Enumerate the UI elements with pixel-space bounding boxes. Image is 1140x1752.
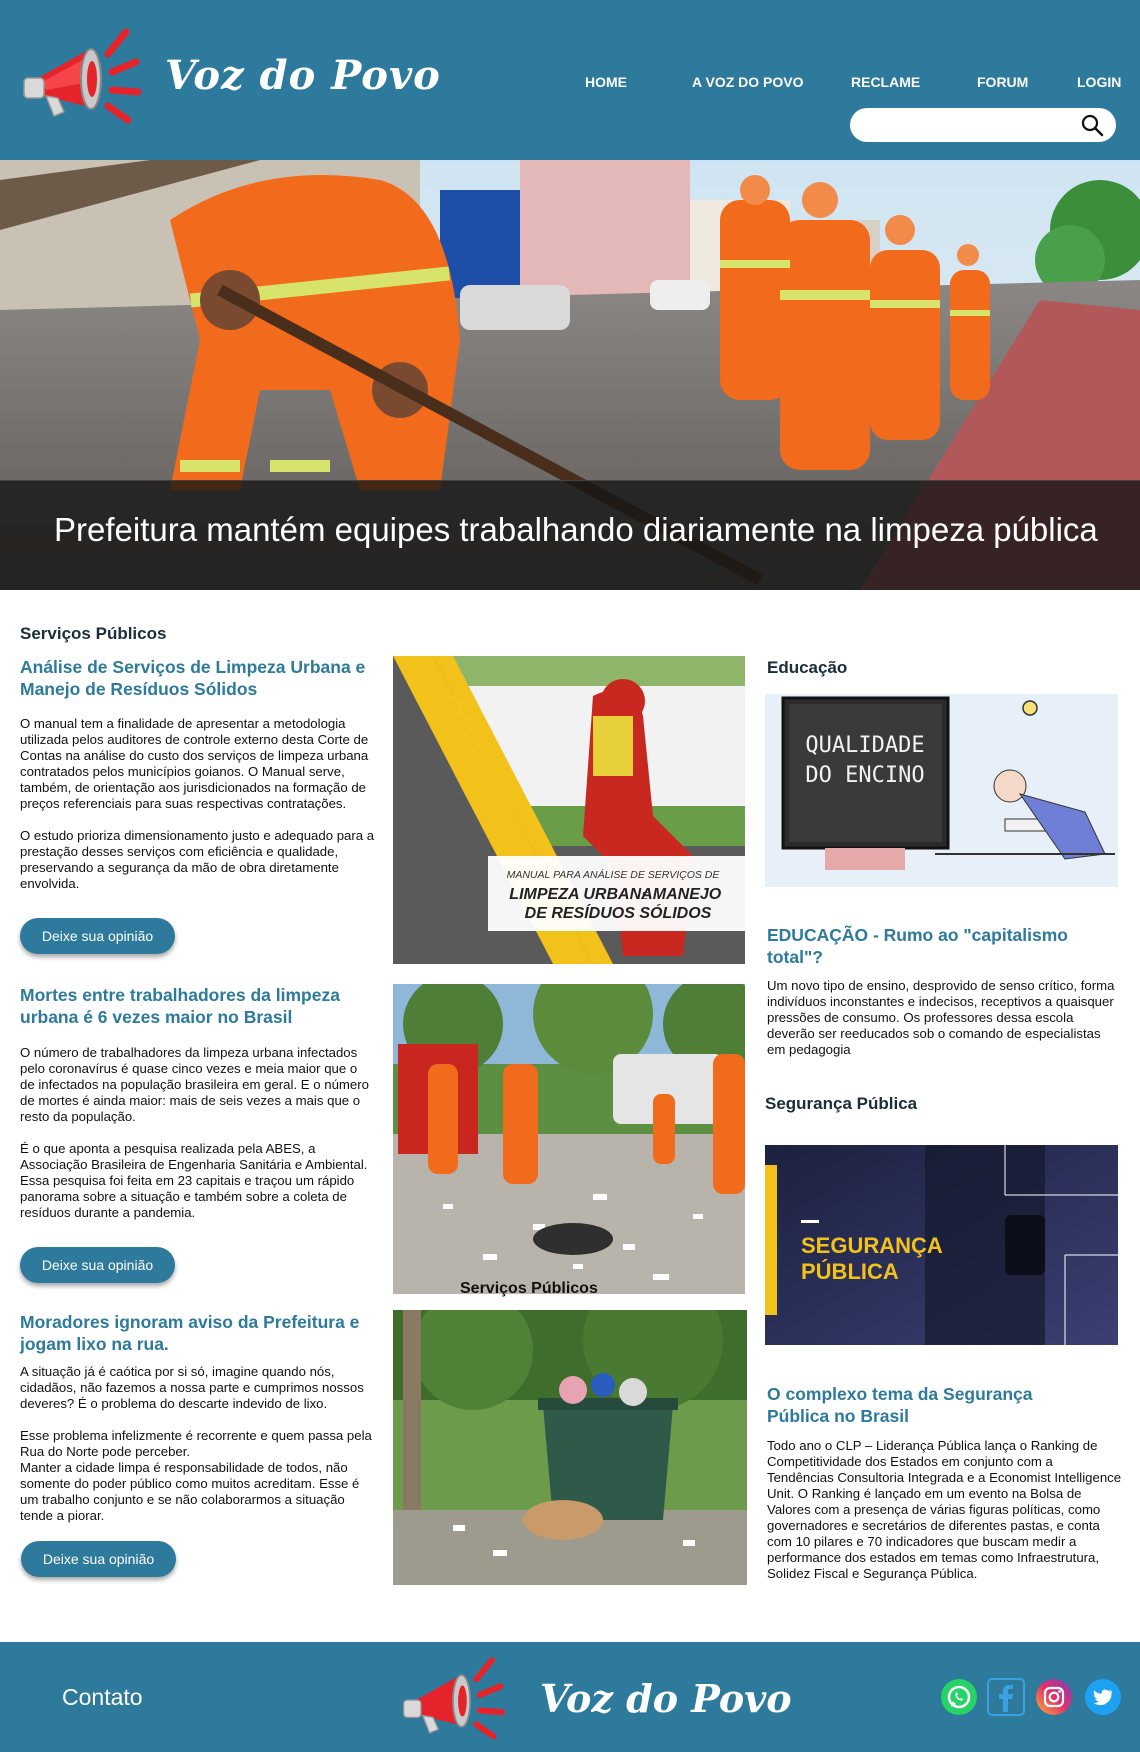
site-header: Voz do Povo HOME A VOZ DO POVO RECLAME F… <box>0 0 1140 160</box>
search-input[interactable] <box>866 115 1066 135</box>
footer-contact-link[interactable]: Contato <box>62 1684 143 1711</box>
nav-a-voz-do-povo[interactable]: A VOZ DO POVO <box>692 74 804 90</box>
footer-brand-name[interactable]: Voz do Povo <box>540 1676 792 1721</box>
twitter-icon[interactable] <box>1084 1678 1122 1716</box>
manual-cover-line-3: E <box>642 891 649 902</box>
manual-cover-illustration: MANUAL PARA ANÁLISE DE SERVIÇOS DE LIMPE… <box>393 656 745 964</box>
article-title-analise-limpeza[interactable]: Análise de Serviços de Limpeza Urbana e … <box>20 656 370 700</box>
education-cartoon-image[interactable]: QUALIDADE DO ENCINO <box>765 694 1118 887</box>
article-title-seguranca[interactable]: O complexo tema da Segurança Pública no … <box>767 1383 1097 1427</box>
security-banner-line-2: PÚBLICA <box>801 1259 899 1284</box>
nav-forum[interactable]: FORUM <box>977 74 1028 90</box>
footer-megaphone-logo-icon[interactable] <box>395 1650 510 1745</box>
section-title-educacao: Educação <box>767 658 848 677</box>
facebook-icon[interactable] <box>987 1678 1025 1716</box>
article-body-analise-limpeza: O manual tem a finalidade de apresentar … <box>20 716 375 908</box>
manual-cover-line-4: MANEJO <box>653 886 722 903</box>
article-paragraph: O número de trabalhadores da limpeza urb… <box>20 1045 369 1124</box>
article-paragraph: O manual tem a finalidade de apresentar … <box>20 716 369 811</box>
article-paragraph: É o que aponta a pesquisa realizada pela… <box>20 1141 368 1220</box>
search-box <box>850 108 1116 142</box>
article-body-educacao: Um novo tipo de ensino, desprovido de se… <box>767 978 1115 1057</box>
nav-home[interactable]: HOME <box>585 74 627 90</box>
hero-banner[interactable]: Prefeitura mantém equipes trabalhando di… <box>0 160 1140 590</box>
instagram-icon[interactable] <box>1035 1678 1073 1716</box>
board-text-line-2: DO ENCINO <box>805 763 924 788</box>
article-paragraph: O estudo prioriza dimensionamento justo … <box>20 828 375 891</box>
whatsapp-icon[interactable] <box>940 1678 978 1716</box>
nav-reclame[interactable]: RECLAME <box>851 74 920 90</box>
opinion-button-1[interactable]: Deixe sua opinião <box>20 918 175 954</box>
site-footer: Contato Voz do Povo <box>0 1642 1140 1752</box>
trash-dumpster-illustration <box>393 1310 747 1585</box>
article-body-mortes-trabalhadores: O número de trabalhadores da limpeza urb… <box>20 1045 375 1237</box>
article-paragraph: Esse problema infelizmente é recorrente … <box>20 1428 372 1523</box>
hero-caption[interactable]: Prefeitura mantém equipes trabalhando di… <box>0 480 1140 590</box>
trash-dumpster-photo[interactable] <box>393 1310 747 1585</box>
nav-login[interactable]: LOGIN <box>1077 74 1121 90</box>
manual-cover-image[interactable]: MANUAL PARA ANÁLISE DE SERVIÇOS DE LIMPE… <box>393 656 745 964</box>
security-banner-image[interactable]: SEGURANÇA PÚBLICA <box>765 1145 1118 1345</box>
opinion-button-2[interactable]: Deixe sua opinião <box>20 1247 175 1283</box>
section-title-servicos-publicos: Serviços Públicos <box>20 624 167 643</box>
manual-cover-line-1: MANUAL PARA ANÁLISE DE SERVIÇOS DE <box>507 868 721 881</box>
security-banner-illustration: SEGURANÇA PÚBLICA <box>765 1145 1118 1345</box>
manual-cover-line-5: DE RESÍDUOS SÓLIDOS <box>525 903 712 922</box>
security-banner-line-1: SEGURANÇA <box>801 1233 943 1258</box>
board-text-line-1: QUALIDADE <box>805 733 924 758</box>
article-body-seguranca: Todo ano o CLP – Liderança Pública lança… <box>767 1438 1122 1581</box>
education-cartoon-illustration: QUALIDADE DO ENCINO <box>765 694 1118 887</box>
search-icon[interactable] <box>1080 113 1104 137</box>
article-title-educacao[interactable]: EDUCAÇÃO - Rumo ao "capitalismo total"? <box>767 924 1097 968</box>
hero-caption-text[interactable]: Prefeitura mantém equipes trabalhando di… <box>54 511 1098 549</box>
article-body-moradores-lixo: A situação já é caótica por si só, imagi… <box>20 1364 375 1540</box>
opinion-button-3[interactable]: Deixe sua opinião <box>21 1541 176 1577</box>
manual-cover-line-2: LIMPEZA URBANA <box>509 886 652 903</box>
cleaners-street-photo[interactable] <box>393 984 745 1294</box>
article-title-moradores-lixo[interactable]: Moradores ignoram aviso da Prefeitura e … <box>20 1311 370 1355</box>
megaphone-logo-icon[interactable] <box>18 20 143 130</box>
article-title-mortes-trabalhadores[interactable]: Mortes entre trabalhadores da limpeza ur… <box>20 984 370 1028</box>
cleaners-street-illustration <box>393 984 745 1294</box>
servicos-publicos-overlay-label: Serviços Públicos <box>460 1280 598 1297</box>
brand-name[interactable]: Voz do Povo <box>165 52 441 99</box>
article-paragraph: A situação já é caótica por si só, imagi… <box>20 1364 364 1411</box>
section-title-seguranca-publica: Segurança Pública <box>765 1094 918 1113</box>
